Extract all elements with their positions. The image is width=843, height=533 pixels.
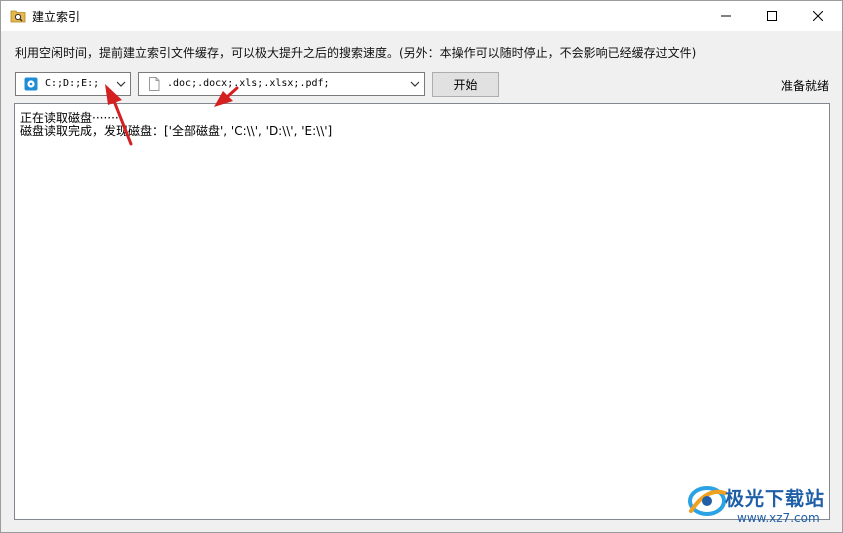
watermark-brand: 极光下载站 [725,488,826,510]
close-button[interactable] [795,1,841,31]
minimize-button[interactable] [703,1,749,31]
chevron-down-icon [116,81,126,87]
file-icon [149,77,160,91]
log-line: 磁盘读取完成，发现磁盘：['全部磁盘', 'C:\\', 'D:\\', 'E:… [20,124,333,138]
close-icon [813,11,823,21]
start-button[interactable]: 开始 [432,72,499,97]
file-types-value: .doc;.docx;.xls;.xlsx;.pdf; [167,78,330,89]
status-text: 准备就绪 [780,79,829,93]
log-output[interactable]: 正在读取磁盘······· 磁盘读取完成，发现磁盘：['全部磁盘', 'C:\\… [14,103,830,520]
drives-select[interactable]: C:;D:;E:; [15,72,131,96]
drives-value: C:;D:;E:; [45,78,100,89]
app-icon [10,10,26,23]
watermark-url: www.xz7.com [737,511,820,525]
description-text: 利用空闲时间，提前建立索引文件缓存，可以极大提升之后的搜索速度。(另外：本操作可… [15,46,697,60]
drive-icon [24,77,38,91]
index-window: 建立索引 利用空闲时间，提前建立索引文件缓存，可以极大提升之后的搜索速度。(另外… [0,0,843,533]
maximize-button[interactable] [749,1,795,31]
file-types-select[interactable]: .doc;.docx;.xls;.xlsx;.pdf; [138,72,425,96]
watermark: 极光下载站 www.xz7.com [687,479,837,529]
maximize-icon [767,11,777,21]
minimize-icon [721,15,731,17]
watermark-logo-icon [688,486,727,516]
title-bar: 建立索引 [1,1,842,31]
window-title: 建立索引 [32,10,81,24]
chevron-down-icon [410,81,420,87]
